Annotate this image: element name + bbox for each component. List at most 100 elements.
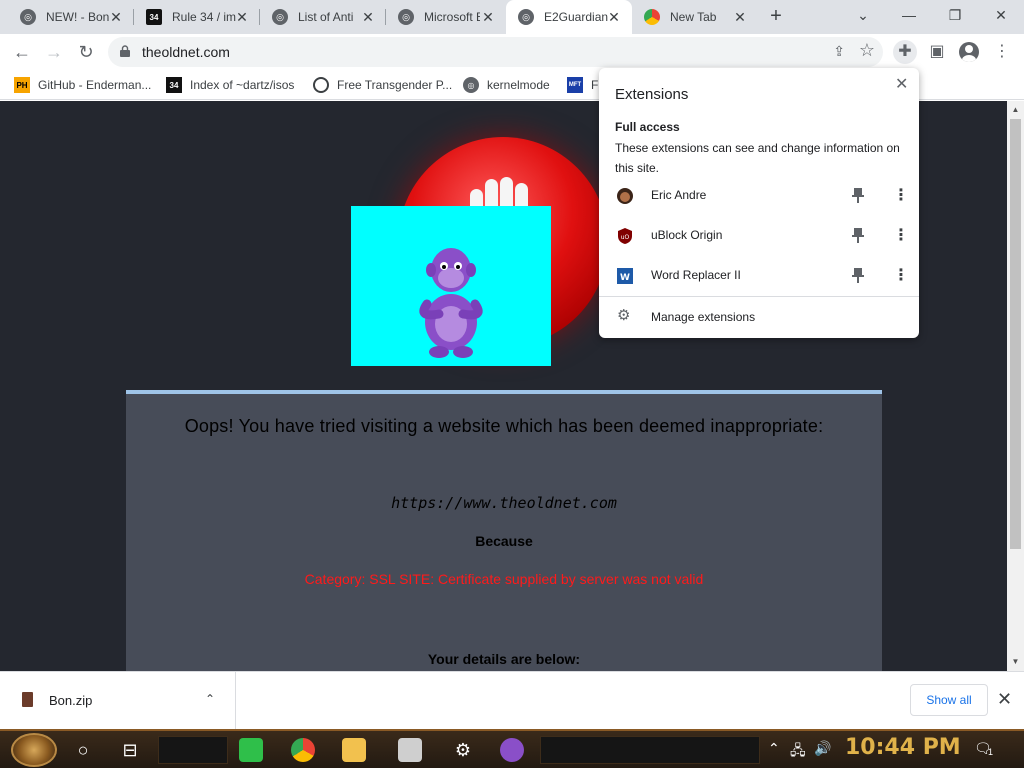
chrome-icon[interactable]	[291, 738, 315, 762]
tab-close-icon[interactable]: ✕	[234, 9, 250, 25]
volume-icon[interactable]: 🔊	[814, 740, 831, 757]
profile-avatar-icon[interactable]	[957, 40, 981, 64]
globe-icon: ◎	[20, 9, 36, 25]
bookmark-star-icon[interactable]: ☆	[859, 40, 875, 61]
blocked-url: https://www.theoldnet.com	[391, 494, 617, 512]
extension-name: Word Replacer II	[651, 268, 741, 282]
bookmark-kernelmode[interactable]: ◎ kernelmode	[463, 76, 550, 94]
extension-item-ublock-origin[interactable]: uO uBlock Origin ⋮	[599, 216, 919, 256]
bonzi-buddy-icon[interactable]	[500, 738, 524, 762]
reload-icon[interactable]: ↻	[72, 38, 100, 66]
address-bar[interactable]: theoldnet.com ⇪ ☆	[108, 37, 883, 67]
forward-arrow-icon[interactable]: →	[40, 38, 68, 66]
full-access-heading: Full access	[615, 120, 680, 134]
show-all-button[interactable]: Show all	[910, 684, 988, 716]
extension-item-word-replacer[interactable]: W Word Replacer II ⋮	[599, 256, 919, 296]
r34-icon: 34	[146, 9, 162, 25]
ublock-icon: uO	[618, 228, 632, 244]
tab-title: E2Guardian	[544, 10, 608, 24]
eric-andre-icon	[617, 188, 633, 204]
tab-list-of-anti[interactable]: ◎ List of Anti ✕	[260, 0, 386, 34]
extension-name: uBlock Origin	[651, 228, 723, 242]
bookmark-label: GitHub - Enderman...	[38, 78, 152, 92]
tab-title: Rule 34 / im	[172, 10, 236, 24]
back-arrow-icon[interactable]: ←	[8, 38, 36, 66]
start-button[interactable]	[11, 733, 57, 767]
purple-gorilla-icon	[419, 248, 483, 358]
minimize-icon[interactable]: —	[886, 0, 932, 30]
taskbar-clock[interactable]: 10:44 PM	[845, 735, 961, 760]
side-panel-icon[interactable]: ▣	[925, 40, 949, 64]
page-scrollbar[interactable]: ▲ ▼	[1007, 101, 1024, 671]
tab-rule34[interactable]: 34 Rule 34 / im ✕	[134, 0, 260, 34]
search-circle-icon[interactable]: ○	[68, 735, 98, 765]
close-download-bar-icon[interactable]: ✕	[997, 689, 1012, 710]
steam-icon	[313, 77, 329, 93]
more-options-icon[interactable]: ⋮	[893, 226, 909, 246]
taskbar: ○ ⊟ ⚙ ⌃ 🖧 🔊 10:44 PM 🗨 1	[0, 729, 1024, 768]
settings-gear-icon[interactable]: ⚙	[448, 735, 478, 765]
tab-title: Microsoft E	[424, 10, 480, 24]
gear-icon: ⚙	[617, 307, 631, 324]
close-window-icon[interactable]: ✕	[978, 0, 1024, 30]
bookmark-label: Free Transgender P...	[337, 78, 453, 92]
svg-text:uO: uO	[621, 234, 630, 241]
tab-search-chevron-icon[interactable]: ⌄	[840, 0, 886, 30]
network-icon[interactable]: 🖧	[790, 740, 806, 764]
extensions-puzzle-icon[interactable]: ✚	[893, 40, 917, 64]
taskbar-slot	[158, 736, 228, 764]
new-tab-button[interactable]: +	[764, 5, 788, 29]
pin-icon[interactable]	[851, 187, 865, 203]
tray-chevron-icon[interactable]: ⌃	[768, 740, 780, 757]
file-explorer-icon[interactable]	[342, 738, 366, 762]
close-icon[interactable]: ✕	[895, 74, 908, 94]
tab-new-tab[interactable]: New Tab ✕	[632, 0, 758, 34]
block-message-card: Oops! You have tried visiting a website …	[126, 390, 882, 671]
divider	[599, 296, 919, 297]
manage-extensions-button[interactable]: ⚙ Manage extensions	[599, 304, 919, 332]
bookmark-github[interactable]: PH GitHub - Enderman...	[14, 76, 151, 94]
chevron-up-icon[interactable]: ⌃	[205, 692, 215, 706]
task-view-icon[interactable]: ⊟	[115, 735, 145, 765]
tab-title: List of Anti	[298, 10, 354, 24]
pin-icon[interactable]	[851, 267, 865, 283]
tab-close-icon[interactable]: ✕	[480, 9, 496, 25]
download-bar: Bon.zip ⌃ Show all ✕	[0, 671, 1024, 729]
tab-new-bon[interactable]: ◎ NEW! - Bon ✕	[8, 0, 134, 34]
tab-title: New Tab	[670, 10, 717, 24]
bookmark-free-transgender[interactable]: Free Transgender P...	[313, 76, 452, 94]
bookmark-index-dartz[interactable]: 34 Index of ~dartz/isos	[166, 76, 294, 94]
mft-icon: MFT	[567, 77, 583, 93]
restore-icon[interactable]: ❐	[932, 0, 978, 30]
share-icon[interactable]: ⇪	[833, 43, 845, 60]
extension-item-eric-andre[interactable]: Eric Andre ⋮	[599, 176, 919, 216]
menu-kebab-icon[interactable]: ⋮	[990, 40, 1014, 64]
tab-title: NEW! - Bon	[46, 10, 110, 24]
url-text[interactable]: theoldnet.com	[142, 44, 230, 60]
tab-strip: ◎ NEW! - Bon ✕ 34 Rule 34 / im ✕ ◎ List …	[0, 0, 1024, 34]
scrollbar-thumb[interactable]	[1010, 119, 1021, 549]
browser-toolbar: ← → ↻ theoldnet.com ⇪ ☆ ✚ ▣ ⋮	[0, 34, 1024, 70]
tab-close-icon[interactable]: ✕	[732, 9, 748, 25]
bookmark-label: kernelmode	[487, 78, 550, 92]
lock-icon[interactable]	[120, 45, 130, 57]
scroll-up-arrow-icon[interactable]: ▲	[1007, 103, 1024, 117]
pin-icon[interactable]	[851, 227, 865, 243]
bookmark-fi[interactable]: MFT Fi	[567, 76, 601, 94]
word-replacer-icon: W	[617, 268, 633, 284]
scroll-down-arrow-icon[interactable]: ▼	[1007, 655, 1024, 669]
more-options-icon[interactable]: ⋮	[893, 266, 909, 286]
chrome-icon	[644, 9, 660, 25]
tab-microsoft[interactable]: ◎ Microsoft E ✕	[386, 0, 506, 34]
zip-file-icon	[22, 692, 33, 707]
tab-close-icon[interactable]: ✕	[360, 9, 376, 25]
block-reason: Category: SSL SITE: Certificate supplied…	[304, 571, 704, 587]
tab-close-icon[interactable]: ✕	[108, 9, 124, 25]
tab-e2guardian[interactable]: ◎ E2Guardian ✕	[506, 0, 632, 34]
tab-close-icon[interactable]: ✕	[606, 9, 622, 25]
more-options-icon[interactable]: ⋮	[893, 186, 909, 206]
app-icon[interactable]	[398, 738, 422, 762]
download-item[interactable]: Bon.zip ⌃	[0, 672, 236, 729]
block-heading: Oops! You have tried visiting a website …	[184, 416, 824, 436]
notes-app-icon[interactable]	[239, 738, 263, 762]
